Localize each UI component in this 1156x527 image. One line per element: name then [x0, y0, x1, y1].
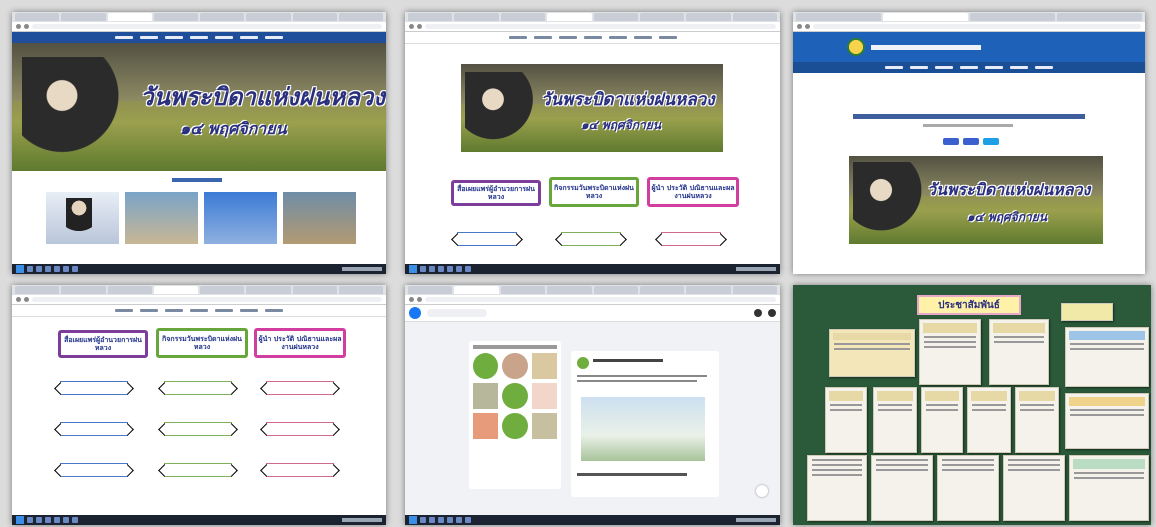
- os-taskbar[interactable]: [12, 515, 386, 525]
- office-header: [793, 32, 1145, 62]
- arrow-link[interactable]: [266, 422, 334, 436]
- arrow-link[interactable]: [266, 381, 334, 395]
- browser-tab-bar[interactable]: [12, 12, 386, 22]
- pinned-poster: [1069, 455, 1149, 521]
- address-bar[interactable]: [793, 22, 1145, 32]
- pinned-sticker: [1061, 303, 1113, 321]
- pinned-document: [873, 387, 917, 453]
- pinned-document: [1015, 387, 1059, 453]
- portrait-image: [465, 72, 535, 150]
- screenshot-website-home: วันพระบิดาแห่งฝนหลวง ๑๔ พฤศจิกายน: [12, 12, 386, 274]
- pinned-poster: [1065, 327, 1149, 387]
- arrow-link[interactable]: [164, 422, 232, 436]
- news-gallery[interactable]: [46, 192, 356, 244]
- site-nav-menu[interactable]: [12, 305, 386, 317]
- pinned-document: [871, 455, 933, 521]
- news-thumb[interactable]: [46, 192, 119, 244]
- friends-card: [469, 341, 561, 489]
- pinned-document: [807, 455, 867, 521]
- os-taskbar[interactable]: [405, 264, 780, 274]
- banner-title: วันพระบิดาแห่งฝนหลวง: [541, 90, 715, 110]
- browser-tab-bar[interactable]: [12, 285, 386, 295]
- screenshot-facebook-page: [405, 285, 780, 525]
- pinned-document: [967, 387, 1011, 453]
- pinned-poster: [829, 329, 915, 377]
- facebook-top-bar[interactable]: [405, 305, 780, 322]
- banner-date: ๑๔ พฤศจิกายน: [180, 119, 287, 138]
- banner-title: วันพระบิดาแห่งฝนหลวง: [140, 83, 385, 111]
- link-button-history[interactable]: ผู้นำ ประวัติ ปณิธานและผลงานฝนหลวง: [254, 328, 346, 358]
- page-avatar: [577, 357, 589, 369]
- screenshot-banner-links: วันพระบิดาแห่งฝนหลวง ๑๔ พฤศจิกายน สื่อเผ…: [405, 12, 780, 274]
- banner-title: วันพระบิดาแห่งฝนหลวง: [927, 180, 1091, 199]
- link-button-publications[interactable]: สื่อเผยแพร่ผู้อำนวยการฝนหลวง: [451, 180, 541, 206]
- address-bar[interactable]: [405, 22, 780, 32]
- arrow-link[interactable]: [661, 232, 721, 246]
- banner-date: ๑๔ พฤศจิกายน: [967, 210, 1047, 224]
- arrow-link[interactable]: [60, 422, 128, 436]
- arrow-link[interactable]: [457, 232, 517, 246]
- share-buttons[interactable]: [943, 138, 999, 145]
- address-bar[interactable]: [12, 295, 386, 305]
- site-nav-menu[interactable]: [793, 62, 1145, 73]
- site-nav-menu[interactable]: [12, 32, 386, 43]
- pinned-document: [1003, 455, 1065, 521]
- pinned-document: [937, 455, 999, 521]
- portrait-image: [853, 162, 923, 242]
- site-nav-menu[interactable]: [405, 32, 780, 44]
- news-thumb[interactable]: [204, 192, 277, 244]
- pinned-poster: [1065, 393, 1149, 449]
- facebook-logo-icon[interactable]: [409, 307, 421, 319]
- address-bar[interactable]: [12, 22, 386, 32]
- arrow-link[interactable]: [60, 463, 128, 477]
- arrow-link[interactable]: [561, 232, 621, 246]
- photo-pr-board: ประชาสัมพันธ์: [793, 285, 1151, 525]
- pinned-document: [825, 387, 867, 453]
- post-card: [571, 351, 719, 497]
- scroll-up-button[interactable]: [756, 485, 768, 497]
- link-button-history[interactable]: ผู้นำ ประวัติ ปณิธานและผลงานฝนหลวง: [647, 177, 739, 207]
- banner-date: ๑๔ พฤศจิกายน: [581, 118, 661, 132]
- browser-tab-bar[interactable]: [793, 12, 1145, 22]
- news-section-heading: [172, 178, 222, 182]
- portrait-image: [22, 57, 122, 167]
- royal-rainmaking-banner: วันพระบิดาแห่งฝนหลวง ๑๔ พฤศจิกายน: [12, 43, 386, 171]
- pinned-document: [919, 319, 981, 385]
- screenshot-provincial-office: วันพระบิดาแห่งฝนหลวง ๑๔ พฤศจิกายน: [793, 12, 1145, 274]
- news-thumb[interactable]: [125, 192, 198, 244]
- arrow-link[interactable]: [266, 463, 334, 477]
- royal-rainmaking-banner: วันพระบิดาแห่งฝนหลวง ๑๔ พฤศจิกายน: [461, 64, 723, 152]
- browser-tab-bar[interactable]: [405, 285, 780, 295]
- arrow-link[interactable]: [164, 463, 232, 477]
- arrow-link[interactable]: [60, 381, 128, 395]
- link-button-activities[interactable]: กิจกรรมวันพระบิดาแห่งฝนหลวง: [156, 328, 248, 358]
- os-taskbar[interactable]: [12, 264, 386, 274]
- link-button-activities[interactable]: กิจกรรมวันพระบิดาแห่งฝนหลวง: [549, 177, 639, 207]
- board-header: ประชาสัมพันธ์: [917, 295, 1021, 315]
- post-photo[interactable]: [581, 397, 705, 461]
- os-taskbar[interactable]: [405, 515, 780, 525]
- article-meta: [923, 124, 1013, 127]
- royal-rainmaking-banner: วันพระบิดาแห่งฝนหลวง ๑๔ พฤศจิกายน: [849, 156, 1103, 244]
- article-title: [853, 114, 1085, 119]
- address-bar[interactable]: [405, 295, 780, 305]
- arrow-link[interactable]: [164, 381, 232, 395]
- browser-tab-bar[interactable]: [405, 12, 780, 22]
- link-button-publications[interactable]: สื่อเผยแพร่ผู้อำนวยการฝนหลวง: [58, 330, 148, 358]
- screenshot-links-grid: สื่อเผยแพร่ผู้อำนวยการฝนหลวง กิจกรรมวันพ…: [12, 285, 386, 525]
- pinned-document: [921, 387, 963, 453]
- pinned-poster: [989, 319, 1049, 385]
- office-seal-icon: [847, 38, 865, 56]
- facebook-search-input[interactable]: [427, 309, 487, 317]
- news-thumb[interactable]: [283, 192, 356, 244]
- board-header-text: ประชาสัมพันธ์: [938, 299, 1000, 311]
- office-name-bar: [871, 44, 981, 50]
